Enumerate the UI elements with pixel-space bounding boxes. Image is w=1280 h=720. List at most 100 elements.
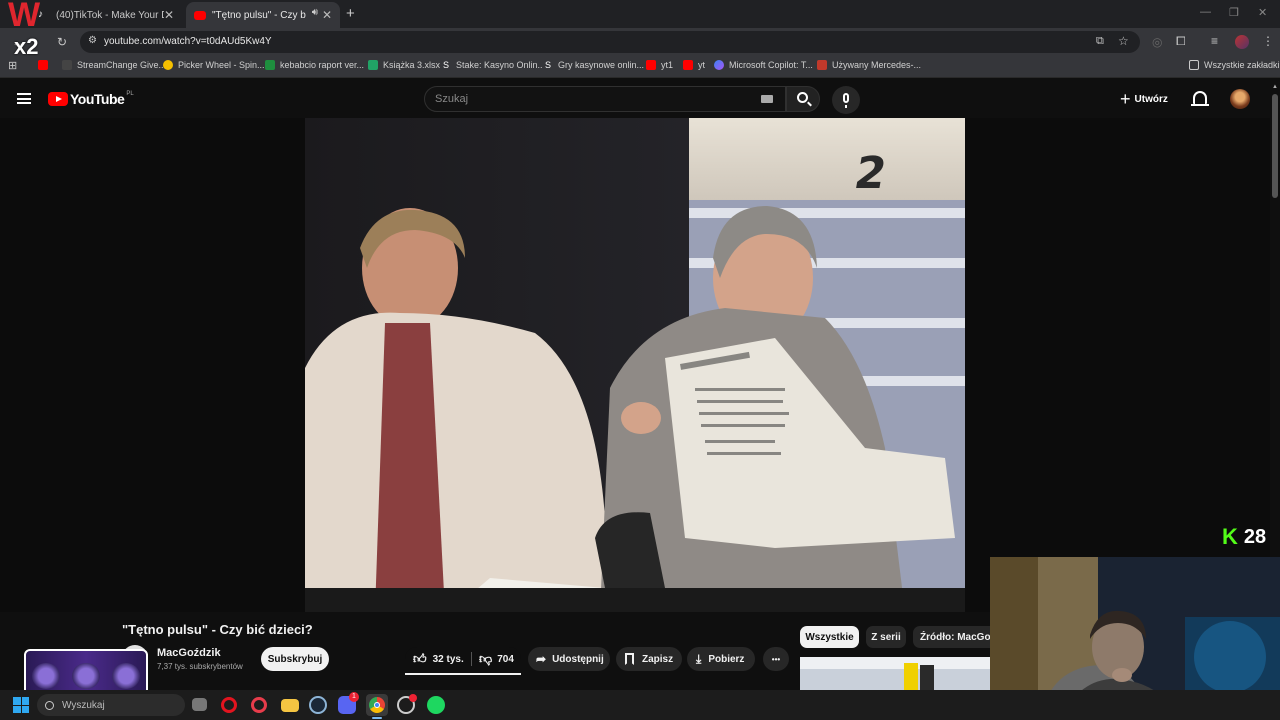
subscribe-label: Subskrybuj bbox=[267, 653, 323, 665]
bookmark-item[interactable]: Używany Mercedes-... bbox=[817, 60, 921, 70]
bookmark-item[interactable]: yt bbox=[683, 60, 705, 70]
like-button[interactable]: 👍︎ 32 tys. bbox=[405, 647, 473, 671]
address-bar[interactable]: ⚙ youtube.com/watch?v=t0dAUd5Kw4Y ⧉ ☆ bbox=[80, 31, 1140, 53]
tab-youtube[interactable]: "Tętno pulsu" - Czy bić dzieci 🔊︎ ✕ bbox=[186, 2, 340, 28]
channel-name[interactable]: MacGoździk bbox=[157, 647, 221, 659]
bookmark-label: Książka 3.xlsx bbox=[383, 60, 441, 70]
excel-icon bbox=[368, 60, 378, 70]
start-button[interactable] bbox=[13, 697, 29, 713]
video-frame[interactable]: 2 bbox=[305, 118, 965, 612]
opera-gx-icon[interactable] bbox=[251, 697, 267, 713]
bookmark-label: yt1 bbox=[661, 60, 674, 70]
bookmark-item[interactable]: StreamChange Give... bbox=[62, 60, 166, 70]
new-tab-button[interactable]: + bbox=[346, 5, 355, 22]
chip-series[interactable]: Z serii bbox=[866, 626, 906, 648]
scrollbar-thumb[interactable] bbox=[1272, 94, 1278, 198]
taskbar-search[interactable]: Wyszukaj bbox=[37, 694, 185, 716]
youtube-play-icon bbox=[48, 92, 68, 106]
save-label: Zapisz bbox=[642, 653, 674, 665]
github-icon[interactable] bbox=[397, 694, 417, 714]
bookmark-item[interactable]: yt1 bbox=[646, 60, 673, 70]
extensions-icon[interactable]: ⧠ bbox=[1176, 34, 1186, 49]
browser-toolbar: ← ↻ ⚙ youtube.com/watch?v=t0dAUd5Kw4Y ⧉ … bbox=[0, 28, 1280, 56]
desk bbox=[305, 588, 965, 612]
create-button[interactable]: + Utwórz bbox=[1120, 89, 1168, 109]
like-dislike-group: 👍︎ 32 tys. 👎︎ 704 bbox=[405, 647, 521, 675]
spotify-icon[interactable] bbox=[427, 696, 445, 714]
speaker-icon[interactable]: 🔊︎ bbox=[312, 7, 318, 18]
recommended-thumbnail[interactable] bbox=[800, 657, 990, 690]
all-bookmarks-button[interactable]: Wszystkie zakładki bbox=[1189, 60, 1280, 70]
chrome-icon[interactable] bbox=[366, 694, 388, 716]
bookmark-item[interactable]: Książka 3.xlsx bbox=[368, 60, 440, 70]
bookmark-label: yt bbox=[698, 60, 706, 70]
discord-icon[interactable]: 1 bbox=[338, 692, 359, 714]
chip-source[interactable]: Źródło: MacGoźd bbox=[913, 626, 990, 648]
region-code: PL bbox=[126, 91, 134, 97]
search-box[interactable]: Szukaj bbox=[424, 86, 786, 112]
kick-viewer-count: 28 bbox=[1243, 526, 1267, 548]
thumbs-down-icon: 👎︎ bbox=[479, 651, 493, 666]
share-icon: ➦ bbox=[536, 652, 547, 666]
hamburger-menu-icon[interactable] bbox=[17, 93, 31, 104]
youtube-logo[interactable]: YouTube PL bbox=[48, 91, 134, 107]
site-info-icon[interactable]: ⚙ bbox=[88, 35, 97, 46]
bookmark-icon bbox=[625, 653, 634, 665]
close-tab-icon[interactable]: ✕ bbox=[322, 8, 332, 22]
minimize-icon[interactable]: — bbox=[1200, 6, 1211, 18]
video-player[interactable]: 2 K 28 bbox=[0, 118, 1270, 612]
bookmark-label: Microsoft Copilot: T... bbox=[729, 60, 813, 70]
overlay-w-letter: W bbox=[8, 0, 41, 34]
chip-all[interactable]: Wszystkie bbox=[800, 626, 859, 648]
chip-label: Z serii bbox=[871, 631, 901, 643]
install-app-icon[interactable]: ⧉ bbox=[1096, 35, 1104, 48]
discord-badge: 1 bbox=[349, 692, 359, 702]
search-input[interactable]: Szukaj bbox=[435, 93, 468, 105]
save-button[interactable]: Zapisz bbox=[616, 647, 682, 671]
stake-icon: S bbox=[543, 60, 553, 70]
taskbar-search-input[interactable]: Wyszukaj bbox=[62, 700, 105, 711]
close-window-icon[interactable]: ✕ bbox=[1258, 6, 1267, 19]
chip-label: Wszystkie bbox=[805, 631, 854, 643]
bookmark-label: StreamChange Give... bbox=[77, 60, 167, 70]
profile-avatar[interactable] bbox=[1235, 35, 1249, 49]
bookmark-item[interactable]: kebabcio raport ver... bbox=[265, 60, 364, 70]
reload-icon[interactable]: ↻ bbox=[57, 35, 67, 49]
notifications-bell-icon[interactable] bbox=[1191, 91, 1209, 106]
extension-circle-icon[interactable]: ◎ bbox=[1152, 35, 1162, 49]
tab-title: (40)TikTok - Make Your Day bbox=[56, 9, 164, 21]
bookmark-item[interactable]: Picker Wheel - Spin... bbox=[163, 60, 265, 70]
close-tab-icon[interactable]: ✕ bbox=[164, 8, 174, 22]
share-button[interactable]: ➦ Udostępnij bbox=[528, 647, 610, 671]
more-actions-button[interactable]: ••• bbox=[763, 647, 789, 671]
browser-menu-icon[interactable]: ⋮ bbox=[1262, 34, 1274, 48]
youtube-header: YouTube PL Szukaj + Utwórz bbox=[0, 80, 1280, 118]
otomoto-icon bbox=[817, 60, 827, 70]
share-label: Udostępnij bbox=[552, 653, 604, 665]
bookmark-item[interactable]: S Stake: Kasyno Onlin... bbox=[441, 60, 545, 70]
restore-icon[interactable]: ❐ bbox=[1229, 6, 1239, 19]
search-icon bbox=[797, 92, 808, 103]
subscribe-button[interactable]: Subskrybuj bbox=[261, 647, 329, 671]
bookmark-star-icon[interactable]: ☆ bbox=[1118, 34, 1129, 48]
search-button[interactable] bbox=[786, 86, 820, 112]
subscriber-count: 7,37 tys. subskrybentów bbox=[157, 662, 243, 671]
voice-search-button[interactable] bbox=[832, 86, 860, 114]
steam-icon[interactable] bbox=[309, 696, 327, 714]
dislike-button[interactable]: 👎︎ 704 bbox=[475, 647, 521, 671]
bookmark-item[interactable]: Microsoft Copilot: T... bbox=[714, 60, 813, 70]
reading-list-icon[interactable]: ≡ bbox=[1211, 34, 1218, 48]
bookmark-item[interactable]: S Gry kasynowe onlin... bbox=[543, 60, 644, 70]
task-view-icon[interactable] bbox=[192, 698, 207, 711]
account-avatar[interactable] bbox=[1230, 89, 1250, 109]
opera-icon[interactable] bbox=[221, 697, 237, 713]
file-explorer-icon[interactable] bbox=[281, 699, 299, 712]
stream-overlay-logo: W x2 bbox=[6, 0, 50, 62]
chip-label: Źródło: MacGoźd bbox=[920, 631, 990, 643]
keyboard-icon[interactable] bbox=[761, 95, 773, 103]
download-button[interactable]: ⤓ Pobierz bbox=[687, 647, 755, 671]
tab-tiktok[interactable]: ♪ (40)TikTok - Make Your Day ✕ bbox=[30, 2, 182, 28]
sheets-icon bbox=[265, 60, 275, 70]
url-text[interactable]: youtube.com/watch?v=t0dAUd5Kw4Y bbox=[104, 36, 272, 47]
video-title: "Tętno pulsu" - Czy bić dzieci? bbox=[122, 622, 313, 637]
